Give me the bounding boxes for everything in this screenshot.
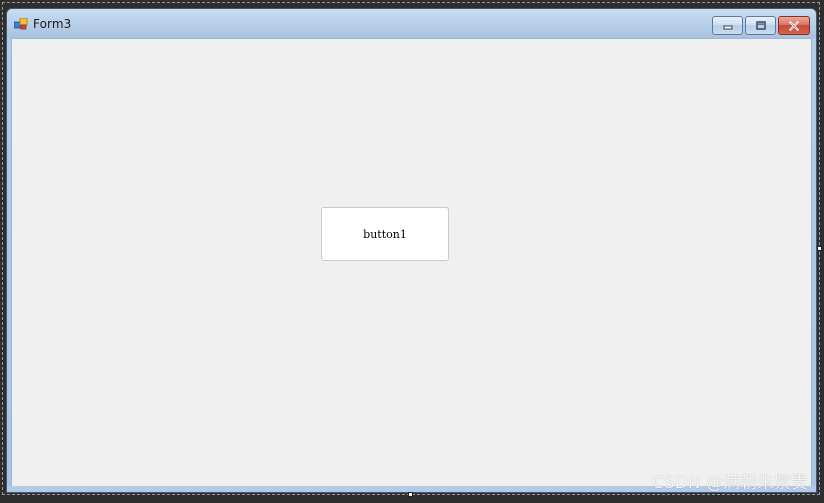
form-window[interactable]: Form3 button1 bbox=[6, 8, 817, 493]
window-title: Form3 bbox=[33, 17, 72, 31]
form-client-area[interactable]: button1 bbox=[11, 38, 812, 488]
title-bar[interactable]: Form3 bbox=[7, 9, 816, 38]
button1[interactable]: button1 bbox=[321, 207, 449, 261]
form-app-icon bbox=[14, 18, 28, 30]
designer-canvas: Form3 button1 CSDN @满朝朱紫贵 bbox=[0, 0, 824, 503]
csdn-watermark: CSDN @满朝朱紫贵 bbox=[652, 473, 808, 493]
close-button[interactable] bbox=[778, 16, 810, 35]
maximize-icon bbox=[755, 20, 766, 30]
caption-buttons bbox=[712, 16, 810, 35]
resize-handle-right[interactable] bbox=[817, 246, 822, 251]
minimize-icon bbox=[723, 25, 732, 30]
resize-handle-bottom[interactable] bbox=[408, 492, 413, 497]
maximize-button[interactable] bbox=[745, 16, 776, 35]
close-icon bbox=[788, 20, 800, 31]
minimize-button[interactable] bbox=[712, 16, 743, 35]
